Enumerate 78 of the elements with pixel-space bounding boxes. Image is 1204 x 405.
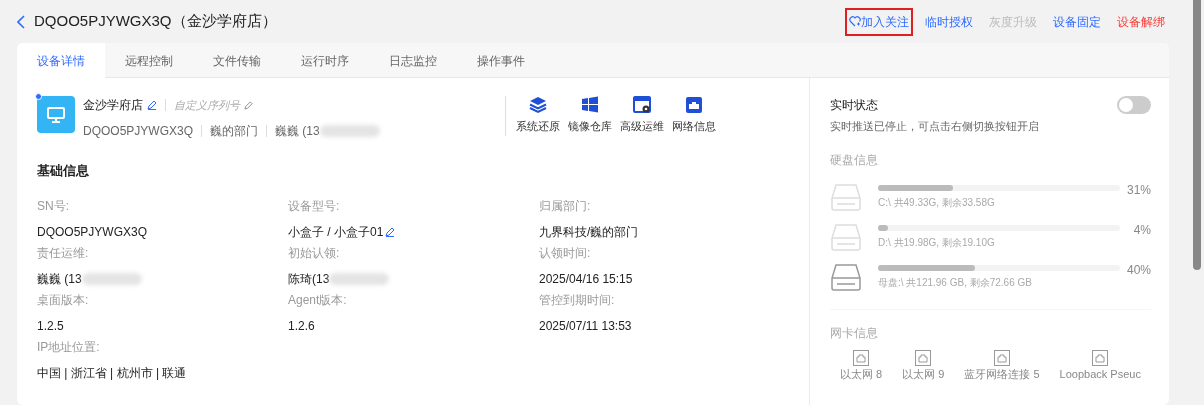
field-label: Agent版本: — [288, 291, 348, 309]
usage-percent: 40% — [1125, 262, 1151, 279]
back-icon[interactable] — [17, 14, 26, 29]
network-port-icon — [853, 350, 870, 366]
disk-detail: 母盘:\ 共121.96 GB, 剩余72.66 GB — [878, 275, 1033, 290]
windows-icon — [581, 96, 599, 114]
tab[interactable]: 操作事件 — [457, 43, 545, 78]
tab[interactable]: 设备详情 — [17, 43, 105, 79]
usage-percent: 4% — [1132, 222, 1151, 239]
tab[interactable]: 远程控制 — [105, 43, 193, 78]
adapter-name: 蓝牙网络连接 5 — [964, 367, 1040, 382]
field-value: 2025/07/11 13:53 — [539, 317, 632, 335]
redaction-mark — [329, 272, 390, 285]
adapter-name: 以太网 9 — [902, 367, 945, 382]
field-value: 1.2.6 — [288, 317, 315, 335]
tool-button[interactable]: 系统还原 — [512, 96, 564, 135]
disk-detail: C:\ 共49.33G, 剩余33.58G — [878, 195, 996, 210]
network-port-icon — [1092, 350, 1109, 366]
field-label: 管控到期时间: — [539, 291, 616, 309]
heart-icon — [849, 15, 861, 27]
action-link[interactable]: 加入关注 — [845, 7, 913, 36]
meta-text: 巍的部门 — [210, 123, 259, 140]
redaction-mark — [319, 125, 380, 137]
tool-button[interactable]: 高级运维 — [616, 96, 668, 135]
adapter-name: Loopback Pseuc — [1059, 367, 1141, 382]
scrollbar-thumb[interactable] — [1193, 0, 1201, 270]
field-label: 设备型号: — [288, 197, 341, 215]
network-port-icon — [994, 350, 1010, 366]
section-title: 硬盘信息 — [830, 152, 879, 169]
field-label: 桌面版本: — [37, 291, 90, 309]
monitor-icon — [47, 106, 65, 123]
network-port-icon — [915, 350, 932, 366]
field-value: 1.2.5 — [37, 317, 64, 335]
field-label: 认领时间: — [539, 244, 592, 262]
edit-icon[interactable] — [147, 100, 157, 110]
device-name: 金沙学府店 — [83, 97, 143, 114]
tool-label: 镜像仓库 — [568, 119, 612, 134]
disk-detail: D:\ 共19.98G, 剩余19.10G — [878, 235, 996, 250]
edit-icon[interactable] — [385, 226, 396, 237]
section-title: 基础信息 — [37, 162, 90, 180]
tool-label: 网络信息 — [672, 119, 716, 134]
window-gear-icon — [633, 96, 651, 114]
adapter-name: 以太网 8 — [840, 367, 883, 382]
action-link[interactable]: 设备解绑 — [1113, 7, 1169, 36]
layers-icon — [529, 96, 547, 114]
action-link[interactable]: 设备固定 — [1049, 7, 1105, 36]
redaction-mark — [81, 272, 142, 285]
field-label: 归属部门: — [539, 197, 592, 215]
section-title: 网卡信息 — [830, 325, 879, 342]
field-value: 中国 | 浙江省 | 杭州市 | 联通 — [37, 364, 187, 382]
field-value: 小盒子 / 小盒子01 — [288, 223, 384, 241]
field-value: DQOO5PJYWGX3Q — [37, 223, 148, 241]
meta-text: DQOO5PJYWGX3Q — [83, 123, 194, 140]
tool-button[interactable]: 镜像仓库 — [564, 96, 616, 135]
tab[interactable]: 文件传输 — [193, 43, 281, 78]
field-value: 巍巍 (13 — [37, 270, 82, 288]
meta-text: 巍巍 (13 — [275, 123, 320, 140]
network-icon — [685, 96, 703, 114]
tool-label: 高级运维 — [620, 119, 664, 134]
tool-button[interactable]: 网络信息 — [668, 96, 720, 135]
field-value: 九界科技/巍的部门 — [539, 223, 639, 241]
tool-label: 系统还原 — [516, 119, 560, 134]
field-value: 陈琦(13 — [288, 270, 330, 288]
action-link[interactable]: 临时授权 — [921, 7, 977, 36]
section-title: 实时状态 — [830, 97, 879, 114]
tab[interactable]: 日志监控 — [369, 43, 457, 78]
usage-percent: 31% — [1125, 182, 1151, 199]
field-label: SN号: — [37, 197, 70, 215]
page-title: DQOO5PJYWGX3Q（金沙学府店） — [34, 11, 277, 32]
field-value: 2025/04/16 15:15 — [539, 270, 633, 288]
field-label: 初始认领: — [288, 244, 341, 262]
description-text: 实时推送已停止，可点击右侧切换按钮开启 — [830, 119, 1039, 134]
edit-icon[interactable] — [244, 100, 253, 110]
field-label: IP地址位置: — [37, 338, 101, 356]
custom-serial-label: 自定义序列号 — [174, 97, 240, 113]
tab[interactable]: 运行时序 — [281, 43, 369, 78]
field-label: 责任运维: — [37, 244, 90, 262]
toggle-switch[interactable] — [1117, 96, 1151, 114]
